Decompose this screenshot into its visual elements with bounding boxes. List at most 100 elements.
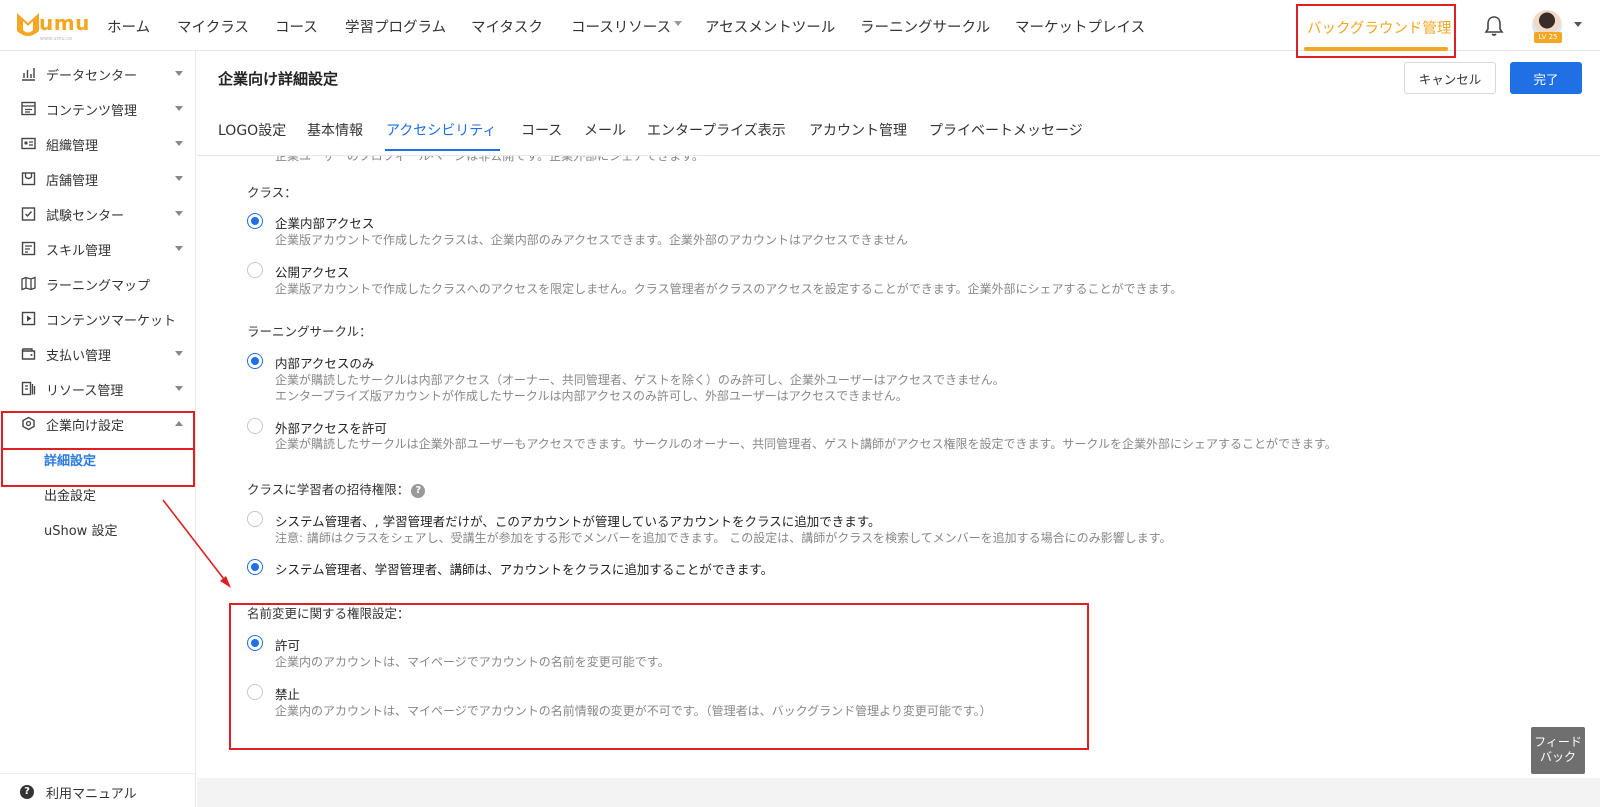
nav-my-task[interactable]: マイタスク <box>471 16 543 37</box>
sidebar-item-label: 組織管理 <box>46 139 99 154</box>
page-title: 企業向け詳細設定 <box>218 70 339 88</box>
chevron-down-icon <box>175 386 183 391</box>
sidebar-subitem-label: 詳細設定 <box>44 454 97 469</box>
user-menu-chevron-icon[interactable] <box>1574 22 1582 27</box>
sidebar-item-learning-map[interactable]: ラーニングマップ <box>0 266 196 301</box>
feedback-button[interactable]: フィード バック <box>1531 727 1585 774</box>
sidebar-item-store[interactable]: 店舗管理 <box>0 161 196 196</box>
option-title: 許可 <box>275 638 301 653</box>
skill-icon <box>21 241 36 256</box>
sidebar-item-label: 支払い管理 <box>46 349 112 364</box>
option-title: 企業内部アクセス <box>275 216 375 231</box>
logo-text: umu <box>39 11 90 35</box>
chevron-down-icon <box>175 211 183 216</box>
resource-icon <box>21 381 36 396</box>
chart-icon <box>22 68 35 81</box>
nav-background-management[interactable]: バックグラウンド管理 <box>1296 4 1456 58</box>
option-title: システム管理者、, 学習管理者だけが、このアカウントが管理しているアカウントをク… <box>275 514 881 529</box>
nav-marketplace[interactable]: マーケットプレイス <box>1015 16 1145 37</box>
logo-mark-icon <box>17 13 39 36</box>
accessibility-settings-panel: 企業ユーザーのプロフィールページは非公開です。企業外部にシェアできます。 クラス… <box>197 156 1600 786</box>
help-icon[interactable]: ? <box>411 484 426 498</box>
tab-mail[interactable]: メール <box>584 120 626 140</box>
option-title: 内部アクセスのみ <box>275 356 375 371</box>
sidebar-item-data-center[interactable]: データセンター <box>0 56 196 91</box>
chevron-down-icon <box>175 246 183 251</box>
help-circle-icon: ? <box>20 785 34 799</box>
option-description: 企業版アカウントで作成したクラスは、企業内部のみアクセスできます。企業外部のアカ… <box>275 233 909 247</box>
radio-invite-including-instructor[interactable] <box>247 559 263 575</box>
sidebar-item-skill[interactable]: スキル管理 <box>0 231 196 266</box>
sidebar-subitem-ushow-settings[interactable]: uShow 設定 <box>0 511 196 546</box>
tab-private-message[interactable]: プライベートメッセージ <box>929 120 1083 140</box>
feedback-label-line-2: バック <box>1539 750 1576 764</box>
section-label-invite-permission: クラスに学習者の招待権限：? <box>247 479 426 498</box>
sidebar-item-exam-center[interactable]: 試験センター <box>0 196 196 231</box>
radio-name-change-deny[interactable] <box>247 684 263 700</box>
tab-basic-info[interactable]: 基本情報 <box>307 120 363 140</box>
tab-account-management[interactable]: アカウント管理 <box>809 120 907 140</box>
logo-subtext: www.umu.co <box>40 36 73 42</box>
sidebar-item-label: スキル管理 <box>46 244 112 259</box>
nav-home[interactable]: ホーム <box>107 16 150 37</box>
sidebar-item-label: 企業向け設定 <box>46 419 125 434</box>
tab-enterprise-display[interactable]: エンタープライズ表示 <box>647 120 786 140</box>
sidebar-subitem-advanced-settings[interactable]: 詳細設定 <box>0 441 196 476</box>
option-title: 外部アクセスを許可 <box>275 421 387 436</box>
tab-accessibility[interactable]: アクセシビリティ <box>386 120 496 140</box>
tab-course[interactable]: コース <box>521 120 562 140</box>
section-label-class: クラス： <box>247 185 297 200</box>
option-title: システム管理者、学習管理者、講師は、アカウントをクラスに追加することができます。 <box>275 562 774 577</box>
sidebar-item-resource[interactable]: リソース管理 <box>0 371 196 406</box>
sidebar-item-label: ラーニングマップ <box>46 279 151 294</box>
radio-class-internal[interactable] <box>247 213 263 229</box>
done-button[interactable]: 完了 <box>1510 62 1582 94</box>
nav-course-resources[interactable]: コースリソース <box>571 16 671 37</box>
sidebar-subitem-withdrawal-settings[interactable]: 出金設定 <box>0 476 196 511</box>
cancel-button[interactable]: キャンセル <box>1404 62 1496 94</box>
radio-name-change-allow[interactable] <box>247 635 263 651</box>
nav-learning-circle[interactable]: ラーニングサークル <box>860 16 990 37</box>
exam-icon <box>21 207 36 221</box>
nav-course[interactable]: コース <box>275 16 318 37</box>
chevron-down-icon <box>175 176 183 181</box>
sidebar-item-enterprise-settings[interactable]: 企業向け設定 <box>0 406 196 441</box>
chevron-down-icon <box>175 71 183 76</box>
nav-assessment-tool[interactable]: アセスメントツール <box>705 16 835 37</box>
sidebar-item-label: 店舗管理 <box>46 174 99 189</box>
sidebar-item-content-market[interactable]: コンテンツマーケット <box>0 301 196 336</box>
content-icon <box>21 101 36 116</box>
sidebar: データセンター コンテンツ管理 組織管理 店舗管理 試験センター スキル管理 ラ… <box>0 51 196 807</box>
sidebar-item-organization[interactable]: 組織管理 <box>0 126 196 161</box>
top-navigation: umu www.umu.co ホーム マイクラス コース 学習プログラム マイタ… <box>0 0 1600 58</box>
radio-circle-internal[interactable] <box>247 353 263 369</box>
sidebar-subitem-label: uShow 設定 <box>44 524 118 539</box>
radio-circle-external[interactable] <box>247 418 263 434</box>
option-description: 企業内のアカウントは、マイページでアカウントの名前を変更可能です。 <box>275 655 670 669</box>
background-management-label: バックグラウンド管理 <box>1307 21 1452 37</box>
section-label-name-change: 名前変更に関する権限設定： <box>247 606 410 621</box>
level-badge: LV 25 <box>1534 32 1562 43</box>
nav-learning-program[interactable]: 学習プログラム <box>345 16 446 37</box>
settings-tabs: LOGO設定 基本情報 アクセシビリティ コース メール エンタープライズ表示 … <box>197 104 1600 156</box>
bell-icon[interactable] <box>1482 14 1506 38</box>
active-tab-indicator <box>385 149 500 151</box>
radio-class-public[interactable] <box>247 262 263 278</box>
highlight-box <box>229 603 1089 750</box>
chevron-down-icon <box>175 351 183 356</box>
chevron-up-icon <box>175 421 183 426</box>
sidebar-subitem-label: 出金設定 <box>44 489 97 504</box>
map-icon <box>21 276 36 291</box>
radio-invite-admin-only[interactable] <box>247 511 263 527</box>
tab-logo[interactable]: LOGO設定 <box>218 120 286 140</box>
sidebar-item-payment[interactable]: 支払い管理 <box>0 336 196 371</box>
page-bottom-strip <box>197 778 1600 807</box>
nav-my-class[interactable]: マイクラス <box>177 16 249 37</box>
clipped-description: 企業ユーザーのプロフィールページは非公開です。企業外部にシェアできます。 <box>275 156 704 163</box>
user-manual-link[interactable]: ? 利用マニュアル <box>0 773 196 807</box>
umu-logo[interactable]: umu www.umu.co <box>15 10 90 44</box>
sidebar-item-content-management[interactable]: コンテンツ管理 <box>0 91 196 126</box>
chevron-down-icon[interactable] <box>674 21 682 26</box>
user-manual-label: 利用マニュアル <box>46 787 137 802</box>
option-description: エンタープライズ版アカウントが作成したサークルは内部アクセスのみ許可し、外部ユー… <box>275 389 908 403</box>
